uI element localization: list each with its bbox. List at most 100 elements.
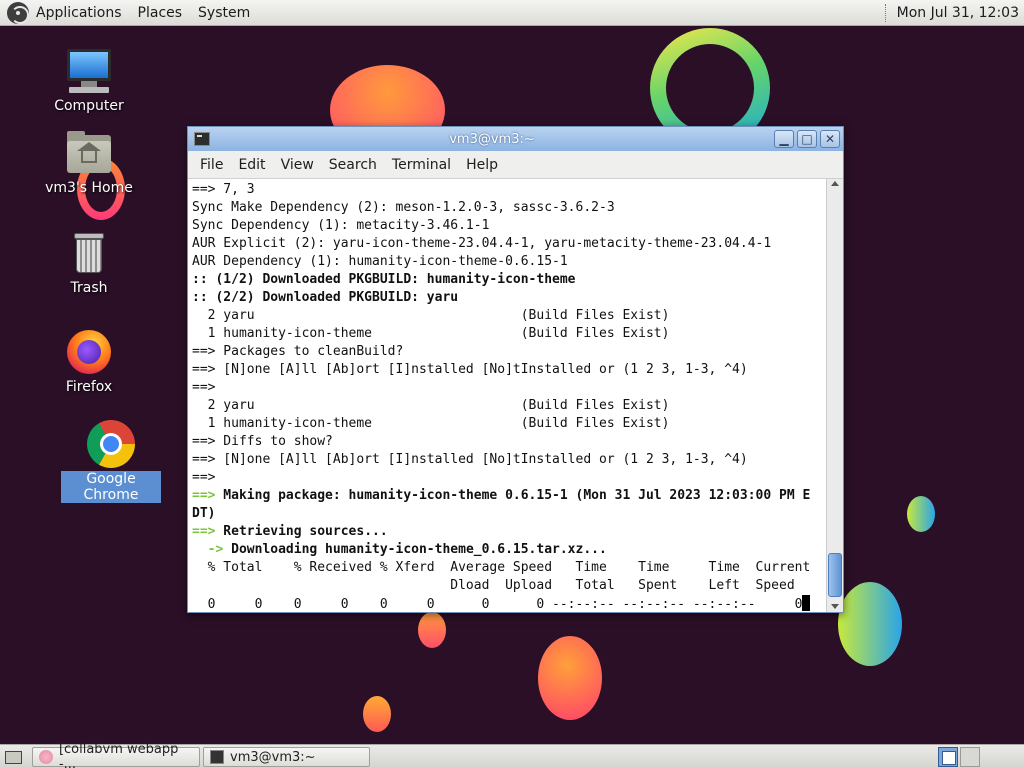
taskbar-item-browser[interactable]: [collabvm webapp -... [32,742,200,768]
show-desktop-button[interactable] [3,748,23,766]
bottom-panel: [collabvm webapp -... vm3@vm3:~ [0,742,1024,768]
panel-separator [884,3,887,22]
minimize-button[interactable]: ▁ [774,130,794,148]
terminal-line-text: DT) [192,506,216,521]
menu-edit[interactable]: Edit [238,157,265,173]
desktop-icon-label: vm3's Home [45,180,133,196]
window-titlebar[interactable]: vm3@vm3:~ ▁ □ ✕ [188,127,843,151]
terminal-menubar: File Edit View Search Terminal Help [188,151,843,179]
menu-help[interactable]: Help [466,157,498,173]
taskbar-item-label: vm3@vm3:~ [230,749,316,765]
terminal-line: :: (1/2) Downloaded PKGBUILD: humanity-i… [192,271,576,289]
close-button[interactable]: ✕ [820,130,840,148]
terminal-line: 1 humanity-icon-theme (Build Files Exist… [192,325,670,343]
wallpaper-bubble [538,636,602,720]
desktop-icon-label: Google Chrome [61,471,161,503]
terminal-line-text: Sync Make Dependency (2): meson-1.2.0-3,… [192,200,615,215]
taskbar-item-terminal[interactable]: vm3@vm3:~ [203,747,370,767]
menu-system[interactable]: System [198,5,250,21]
clock[interactable]: Mon Jul 31, 12:03 [897,5,1019,21]
terminal-line-text: :: (1/2) Downloaded PKGBUILD: humanity-i… [192,272,576,287]
computer-icon [65,47,113,95]
prompt-arrow: ==> [192,524,216,539]
terminal-line: Sync Dependency (1): metacity-3.46.1-1 [192,217,489,235]
minimize-icon: ▁ [779,132,789,146]
close-icon: ✕ [824,132,836,146]
terminal-line: AUR Dependency (1): humanity-icon-theme-… [192,253,568,271]
menu-file[interactable]: File [200,157,223,173]
firefox-icon [65,328,113,376]
terminal-line-text: ==> [N]one [A]ll [Ab]ort [I]nstalled [No… [192,362,748,377]
terminal-line-text: Downloading humanity-icon-theme_0.6.15.t… [223,542,607,557]
terminal-line: DT) [192,505,215,523]
desktop-icon-label: Trash [70,280,108,296]
terminal-line-text: ==> 7, 3 [192,182,255,197]
terminal-line: AUR Explicit (2): yaru-icon-theme-23.04.… [192,235,771,253]
terminal-line: -> Downloading humanity-icon-theme_0.6.1… [192,541,607,559]
menu-view[interactable]: View [281,157,314,173]
terminal-line-text: Retrieving sources... [215,524,388,539]
workspace-2[interactable] [960,747,980,767]
desktop-icon-home[interactable]: vm3's Home [39,129,139,196]
desktop-icon-trash[interactable]: Trash [39,229,139,296]
terminal-line: 0 0 0 0 0 0 0 0 --:--:-- --:--:-- --:--:… [192,595,811,612]
terminal-scrollbar[interactable] [826,179,843,612]
terminal-line-text: :: (2/2) Downloaded PKGBUILD: yaru [192,290,459,305]
terminal-line: 2 yaru (Build Files Exist) [192,397,670,415]
terminal-line: ==> [N]one [A]ll [Ab]ort [I]nstalled [No… [192,361,748,379]
terminal-line-text: Making package: humanity-icon-theme 0.6.… [215,488,811,503]
menu-terminal[interactable]: Terminal [392,157,451,173]
window-title: vm3@vm3:~ [449,131,535,147]
menu-search[interactable]: Search [329,157,377,173]
terminal-line: ==> [N]one [A]ll [Ab]ort [I]nstalled [No… [192,451,748,469]
terminal-cursor [802,595,811,611]
terminal-line: ==> 7, 3 [192,181,255,199]
terminal-line-text: 1 humanity-icon-theme (Build Files Exist… [192,326,670,341]
terminal-line-text: Sync Dependency (1): metacity-3.46.1-1 [192,218,490,233]
wallpaper-bubble [907,496,935,532]
prompt-arrow: ==> [192,488,216,503]
terminal-line: ==> [192,469,215,487]
terminal-line-text: ==> Diffs to show? [192,434,333,449]
scroll-down-icon[interactable] [831,604,839,609]
chrome-tab-icon [39,750,53,764]
terminal-line-text: 0 0 0 0 0 0 0 0 --:--:-- --:--:-- --:--:… [192,597,803,612]
menu-applications[interactable]: Applications [36,5,122,21]
maximize-icon: □ [801,132,813,146]
scrollbar-thumb[interactable] [828,553,842,597]
terminal-line-text: ==> [192,380,216,395]
terminal-line-text: 2 yaru (Build Files Exist) [192,398,670,413]
terminal-line: ==> [192,379,215,397]
maximize-button[interactable]: □ [797,130,817,148]
terminal-window[interactable]: vm3@vm3:~ ▁ □ ✕ File Edit View Search Te… [187,126,844,613]
terminal-line: ==> Retrieving sources... [192,523,388,541]
desktop-icon-computer[interactable]: Computer [39,47,139,114]
workspace-1[interactable] [938,747,958,767]
terminal-line-text: ==> [N]one [A]ll [Ab]ort [I]nstalled [No… [192,452,748,467]
terminal-line-text: ==> [192,470,216,485]
prompt-arrow: -> [192,542,224,557]
terminal-line-text: Dload Upload Total Spent Left Speed [192,578,795,593]
distro-logo-icon[interactable] [7,1,29,24]
terminal-line-text: AUR Dependency (1): humanity-icon-theme-… [192,254,568,269]
desktop-icon-label: Firefox [65,379,113,395]
desktop-icon-google-chrome[interactable]: Google Chrome [61,420,161,503]
wallpaper-bubble [838,582,902,666]
terminal-line-text: 2 yaru (Build Files Exist) [192,308,670,323]
terminal-line-text: AUR Explicit (2): yaru-icon-theme-23.04.… [192,236,772,251]
terminal-line-text: % Total % Received % Xferd Average Speed… [192,560,811,575]
terminal-line: ==> Packages to cleanBuild? [192,343,403,361]
terminal-line: Sync Make Dependency (2): meson-1.2.0-3,… [192,199,615,217]
wallpaper-bubble [418,612,446,648]
chrome-icon [87,420,135,468]
terminal-output[interactable]: ==> 7, 3 Sync Make Dependency (2): meson-… [188,179,826,612]
top-panel: Applications Places System Mon Jul 31, 1… [0,0,1024,26]
taskbar-item-label: [collabvm webapp -... [58,742,179,768]
terminal-icon [194,132,210,146]
terminal-line-text: ==> Packages to cleanBuild? [192,344,404,359]
desktop-icon-firefox[interactable]: Firefox [39,328,139,395]
terminal-line: ==> Making package: humanity-icon-theme … [192,487,810,505]
terminal-line-text: 1 humanity-icon-theme (Build Files Exist… [192,416,670,431]
scroll-up-icon[interactable] [831,181,839,186]
menu-places[interactable]: Places [138,5,183,21]
